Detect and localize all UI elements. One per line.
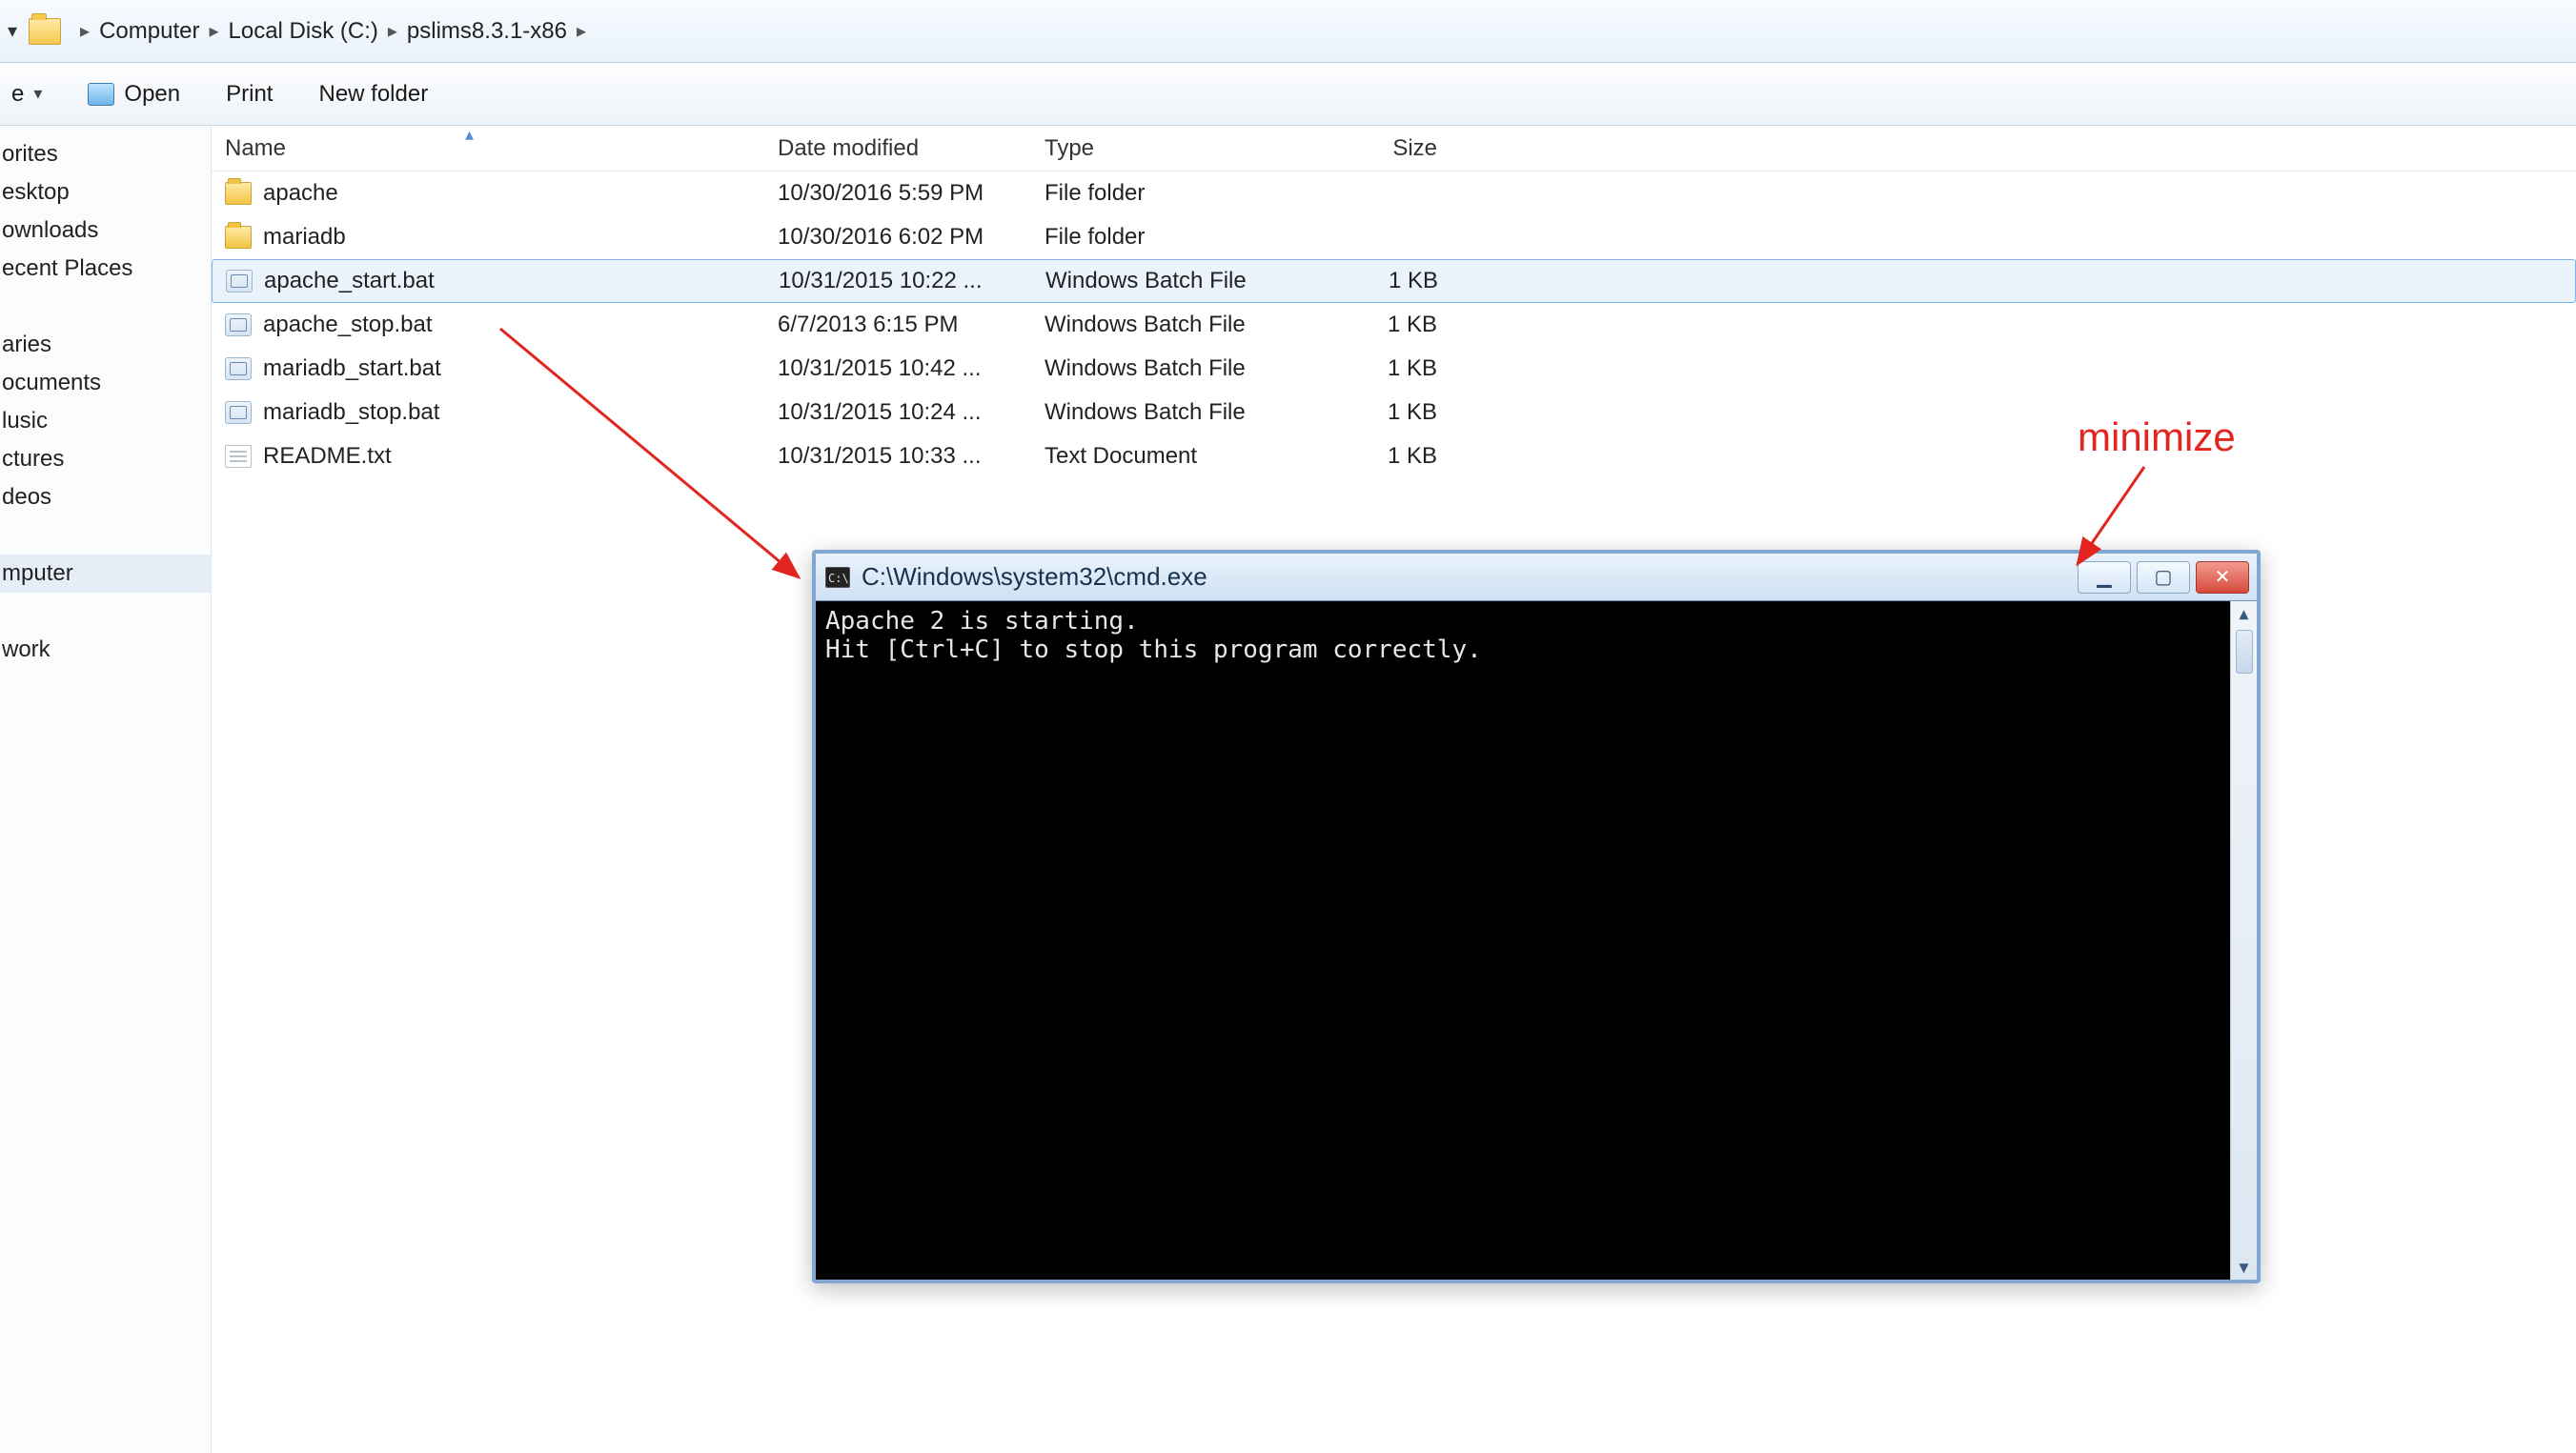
batch-file-icon: [226, 270, 253, 293]
annotation-minimize-label: minimize: [2078, 414, 2236, 460]
breadcrumb: ▸ Computer ▸ Local Disk (C:) ▸ pslims8.3…: [71, 18, 596, 45]
sidebar-item-recent-places[interactable]: ecent Places: [0, 250, 211, 288]
chevron-down-icon: ▾: [33, 84, 42, 104]
toolbar: e ▾ Open Print New folder: [0, 63, 2576, 126]
cmd-titlebar[interactable]: C:\Windows\system32\cmd.exe ▁ ▢ ✕: [816, 554, 2257, 601]
cmd-output: Apache 2 is starting. Hit [Ctrl+C] to st…: [816, 601, 2257, 1280]
breadcrumb-folder[interactable]: pslims8.3.1-x86: [407, 18, 567, 45]
text-file-icon: [225, 445, 252, 468]
column-header-size[interactable]: Size: [1288, 135, 1450, 162]
column-header-name[interactable]: Name ▴: [212, 135, 764, 162]
file-type: Windows Batch File: [1032, 268, 1289, 294]
file-row[interactable]: mariadb 10/30/2016 6:02 PMFile folder: [212, 215, 2576, 259]
file-type: File folder: [1031, 180, 1288, 207]
cmd-window[interactable]: C:\Windows\system32\cmd.exe ▁ ▢ ✕ Apache…: [812, 550, 2261, 1283]
file-row[interactable]: apache_stop.bat 6/7/2013 6:15 PMWindows B…: [212, 303, 2576, 347]
close-button[interactable]: ✕: [2196, 561, 2249, 594]
window-buttons: ▁ ▢ ✕: [2078, 561, 2249, 594]
organize-dropdown[interactable]: e ▾: [11, 81, 42, 108]
file-date: 6/7/2013 6:15 PM: [764, 312, 1031, 338]
file-size: 1 KB: [1288, 312, 1450, 338]
file-date: 10/30/2016 6:02 PM: [764, 224, 1031, 251]
address-bar: ▾ ▸ Computer ▸ Local Disk (C:) ▸ pslims8…: [0, 0, 2576, 63]
file-name: apache_stop.bat: [263, 312, 432, 338]
file-row[interactable]: apache_start.bat 10/31/2015 10:22 ...Wind…: [212, 259, 2576, 303]
organize-label: e: [11, 81, 24, 108]
sidebar-item-downloads[interactable]: ownloads: [0, 212, 211, 250]
file-date: 10/30/2016 5:59 PM: [764, 180, 1031, 207]
sidebar-item-pictures[interactable]: ctures: [0, 440, 211, 478]
sidebar-item-libraries[interactable]: aries: [0, 326, 211, 364]
file-type: Windows Batch File: [1031, 355, 1288, 382]
file-name: mariadb_stop.bat: [263, 399, 439, 426]
file-size: 1 KB: [1288, 399, 1450, 426]
file-type: Windows Batch File: [1031, 399, 1288, 426]
file-size: 1 KB: [1288, 443, 1450, 470]
file-row[interactable]: apache 10/30/2016 5:59 PMFile folder: [212, 172, 2576, 215]
breadcrumb-local-disk[interactable]: Local Disk (C:): [229, 18, 378, 45]
file-name: mariadb: [263, 224, 346, 251]
open-icon: [88, 83, 114, 106]
chevron-right-icon[interactable]: ▸: [209, 19, 218, 43]
chevron-right-icon[interactable]: ▸: [388, 19, 397, 43]
print-button[interactable]: Print: [226, 81, 273, 108]
sidebar-item-network[interactable]: work: [0, 631, 211, 669]
folder-icon: [225, 226, 252, 249]
file-type: Text Document: [1031, 443, 1288, 470]
file-type: File folder: [1031, 224, 1288, 251]
new-folder-label: New folder: [318, 81, 428, 108]
minimize-button[interactable]: ▁: [2078, 561, 2131, 594]
file-date: 10/31/2015 10:33 ...: [764, 443, 1031, 470]
column-header-type[interactable]: Type: [1031, 135, 1288, 162]
sidebar-item-computer[interactable]: mputer: [0, 555, 211, 593]
column-headers: Name ▴ Date modified Type Size: [212, 126, 2576, 172]
nav-sidebar: orites esktop ownloads ecent Places arie…: [0, 126, 212, 1453]
file-type: Windows Batch File: [1031, 312, 1288, 338]
scroll-down-icon[interactable]: ▾: [2231, 1255, 2257, 1280]
maximize-icon: ▢: [2155, 565, 2173, 589]
sort-ascending-icon: ▴: [465, 125, 474, 145]
batch-file-icon: [225, 313, 252, 336]
breadcrumb-computer[interactable]: Computer: [99, 18, 199, 45]
file-size: 1 KB: [1288, 355, 1450, 382]
open-button[interactable]: Open: [88, 81, 180, 108]
print-label: Print: [226, 81, 273, 108]
sidebar-item-desktop[interactable]: esktop: [0, 173, 211, 212]
file-row[interactable]: mariadb_start.bat 10/31/2015 10:42 ...Win…: [212, 347, 2576, 391]
folder-icon: [225, 182, 252, 205]
chevron-right-icon[interactable]: ▸: [80, 19, 90, 43]
batch-file-icon: [225, 401, 252, 424]
minimize-icon: ▁: [2097, 565, 2111, 589]
cmd-scrollbar[interactable]: ▴ ▾: [2230, 601, 2257, 1280]
cmd-title: C:\Windows\system32\cmd.exe: [862, 562, 2066, 592]
column-header-name-label: Name: [225, 135, 286, 162]
scroll-up-icon[interactable]: ▴: [2231, 601, 2257, 626]
sidebar-item-music[interactable]: lusic: [0, 402, 211, 440]
close-icon: ✕: [2215, 565, 2231, 589]
open-label: Open: [124, 81, 180, 108]
new-folder-button[interactable]: New folder: [318, 81, 428, 108]
file-size: 1 KB: [1289, 268, 1451, 294]
batch-file-icon: [225, 357, 252, 380]
folder-icon: [29, 18, 61, 45]
file-date: 10/31/2015 10:22 ...: [765, 268, 1032, 294]
file-name: apache: [263, 180, 338, 207]
column-header-date[interactable]: Date modified: [764, 135, 1031, 162]
file-date: 10/31/2015 10:24 ...: [764, 399, 1031, 426]
file-date: 10/31/2015 10:42 ...: [764, 355, 1031, 382]
back-history-dropdown-icon[interactable]: ▾: [8, 19, 17, 43]
maximize-button[interactable]: ▢: [2137, 561, 2190, 594]
chevron-right-icon[interactable]: ▸: [577, 19, 586, 43]
file-name: mariadb_start.bat: [263, 355, 441, 382]
sidebar-item-videos[interactable]: deos: [0, 478, 211, 516]
scroll-thumb[interactable]: [2236, 630, 2253, 674]
sidebar-item-documents[interactable]: ocuments: [0, 364, 211, 402]
file-name: README.txt: [263, 443, 392, 470]
sidebar-item-favorites[interactable]: orites: [0, 135, 211, 173]
cmd-icon: [825, 567, 850, 588]
file-name: apache_start.bat: [264, 268, 435, 294]
